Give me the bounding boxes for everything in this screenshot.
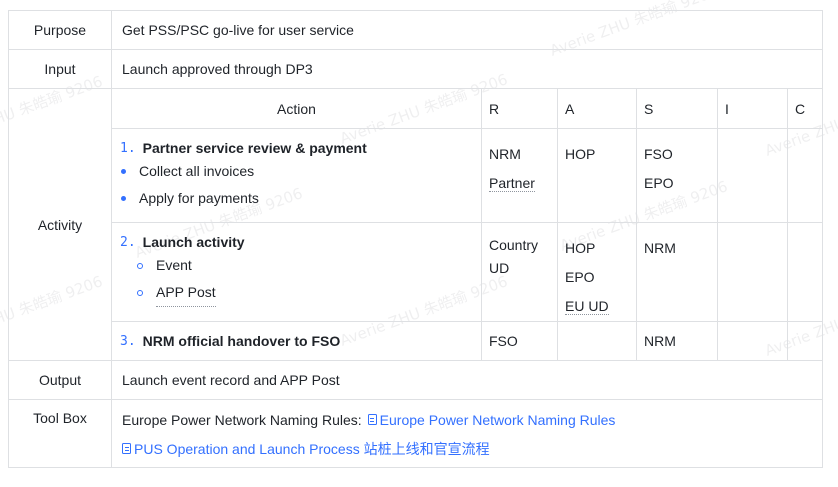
r-cell: NRM Partner: [481, 128, 558, 223]
bullet-icon: [137, 290, 143, 296]
input-text: Launch approved through DP3: [122, 61, 313, 77]
bullet-icon: [121, 169, 126, 174]
bullet-icon: [137, 262, 143, 269]
bullet-text: Apply for payments: [139, 190, 259, 206]
input-value: Launch approved through DP3: [111, 49, 823, 89]
role-tag: NRM: [644, 240, 676, 256]
s-cell: NRM: [636, 321, 718, 360]
action-title-text: NRM official handover to FSO: [142, 332, 341, 349]
toolbox-row: Tool Box Europe Power Network Naming Rul…: [8, 399, 823, 468]
toolbox-prefix: Europe Power Network Naming Rules:: [122, 411, 362, 428]
list-number: 2.: [120, 235, 136, 250]
action-title: 2. Launch activity: [120, 233, 481, 252]
document-icon: [367, 414, 377, 425]
output-text: Launch event record and APP Post: [122, 372, 340, 388]
bullet-text: Event: [156, 257, 192, 273]
purpose-value: Get PSS/PSC go-live for user service: [111, 10, 823, 50]
i-cell: [717, 222, 788, 322]
raci-row: 1. Partner service review & payment Coll…: [112, 128, 822, 223]
c-cell: [787, 222, 822, 322]
s-cell: FSO EPO: [636, 128, 718, 223]
role-tag: EPO: [565, 269, 595, 285]
role-tag: NRM: [489, 146, 521, 162]
r-cell: Country UD: [481, 222, 558, 322]
purpose-text: Get PSS/PSC go-live for user service: [122, 22, 354, 38]
raci-table: Action R A S I C 1. Partner service revi…: [112, 89, 822, 360]
document-icon: [122, 443, 131, 454]
c-cell: [787, 128, 822, 223]
bullet-text: Collect all invoices: [139, 163, 255, 179]
i-cell: [717, 128, 788, 223]
activity-label: Activity: [8, 88, 112, 361]
list-item: Apply for payments: [120, 185, 481, 212]
header-i: I: [717, 89, 788, 129]
role-tag: HOP: [565, 240, 596, 256]
action-title-text: Launch activity: [142, 234, 245, 250]
activity-row: Activity Action R A S I C 1. Partner ser…: [8, 88, 823, 361]
s-cell: NRM: [636, 222, 718, 322]
launch-process-link[interactable]: PUS Operation and Launch Process 站桩上线和官宣…: [122, 439, 490, 459]
role-tag: Partner: [489, 175, 535, 192]
action-cell: 2. Launch activity Event APP Post: [112, 222, 482, 322]
r-cell: FSO: [481, 321, 558, 360]
list-number: 1.: [120, 141, 136, 156]
action-cell: 3. NRM official handover to FSO: [112, 321, 482, 360]
link-text: Europe Power Network Naming Rules: [379, 411, 616, 428]
role-tag: FSO: [644, 146, 673, 162]
header-r: R: [481, 89, 558, 129]
i-cell: [717, 321, 788, 360]
list-number: 3.: [120, 333, 136, 349]
a-cell: HOP: [557, 128, 637, 223]
list-item: Event: [120, 252, 481, 279]
purpose-row: Purpose Get PSS/PSC go-live for user ser…: [8, 10, 823, 50]
header-action: Action: [277, 100, 316, 117]
role-tag: EU UD: [565, 298, 609, 315]
a-cell: [557, 321, 637, 360]
header-s: S: [636, 89, 718, 129]
action-cell: 1. Partner service review & payment Coll…: [112, 128, 482, 223]
a-cell: HOP EPO EU UD: [557, 222, 637, 322]
raci-row: 3. NRM official handover to FSO FSO NRM: [112, 321, 822, 360]
header-a: A: [557, 89, 637, 129]
output-value: Launch event record and APP Post: [111, 360, 823, 400]
header-c: C: [787, 89, 822, 129]
toolbox-value: Europe Power Network Naming Rules: Europ…: [111, 399, 823, 468]
list-item: Collect all invoices: [120, 158, 481, 185]
raci-header-row: Action R A S I C: [112, 89, 822, 129]
bullet-text: APP Post: [156, 279, 216, 307]
input-row: Input Launch approved through DP3: [8, 49, 823, 89]
toolbox-label: Tool Box: [8, 399, 112, 468]
activity-cell: Action R A S I C 1. Partner service revi…: [111, 88, 823, 361]
role-tag: HOP: [565, 146, 596, 162]
process-table: Purpose Get PSS/PSC go-live for user ser…: [8, 10, 823, 468]
input-label: Input: [8, 49, 112, 89]
purpose-label: Purpose: [8, 10, 112, 50]
action-title: 1. Partner service review & payment: [120, 139, 481, 158]
link-text: PUS Operation and Launch Process 站桩上线和官宣…: [134, 440, 490, 457]
output-label: Output: [8, 360, 112, 400]
action-title: 3. NRM official handover to FSO: [120, 332, 340, 351]
role-tag: Country UD: [489, 237, 539, 276]
list-item: APP Post: [120, 279, 481, 307]
c-cell: [787, 321, 822, 360]
naming-rules-link[interactable]: Europe Power Network Naming Rules: [367, 411, 616, 428]
raci-row: 2. Launch activity Event APP Post Countr…: [112, 222, 822, 322]
bullet-icon: [121, 196, 126, 201]
output-row: Output Launch event record and APP Post: [8, 360, 823, 400]
role-tag: EPO: [644, 175, 674, 191]
action-title-text: Partner service review & payment: [142, 140, 367, 156]
